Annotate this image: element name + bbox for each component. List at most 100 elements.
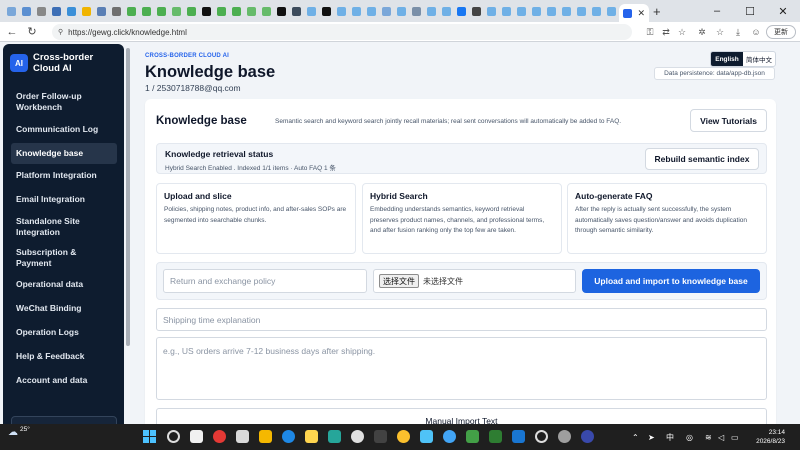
maximize-icon[interactable]: ☐ bbox=[733, 0, 767, 22]
mail-icon[interactable] bbox=[512, 430, 525, 443]
app-icon[interactable] bbox=[236, 430, 249, 443]
sidebar-item-wechat-binding[interactable]: WeChat Binding bbox=[11, 301, 117, 316]
sidebar-item-operation-logs[interactable]: Operation Logs bbox=[11, 325, 117, 340]
sidebar-footer-panel[interactable] bbox=[11, 416, 117, 424]
tab-favicon[interactable] bbox=[292, 6, 301, 16]
tab-favicon[interactable] bbox=[532, 6, 541, 16]
tab-favicon[interactable] bbox=[82, 6, 91, 16]
active-tab[interactable]: ✕ bbox=[619, 4, 649, 22]
tab-favicon[interactable] bbox=[22, 6, 31, 16]
minimize-icon[interactable]: – bbox=[700, 0, 734, 22]
view-tutorials-button[interactable]: View Tutorials bbox=[690, 109, 767, 132]
system-clock[interactable]: 23:14 2026/8/23 bbox=[745, 428, 785, 446]
tab-favicon[interactable] bbox=[427, 6, 436, 16]
app-icon[interactable] bbox=[213, 430, 226, 443]
battery-icon[interactable]: ▭ bbox=[731, 424, 739, 450]
app-icon[interactable] bbox=[443, 430, 456, 443]
tab-favicon[interactable] bbox=[7, 6, 16, 16]
back-icon[interactable]: ← bbox=[2, 22, 22, 42]
tray-app-icon[interactable]: ◎ bbox=[686, 424, 693, 450]
download-icon[interactable]: ⤓ bbox=[730, 24, 746, 40]
tab-favicon[interactable] bbox=[577, 6, 586, 16]
tab-favicon[interactable] bbox=[352, 6, 361, 16]
tab-favicon[interactable] bbox=[67, 6, 76, 16]
upload-import-button[interactable]: Upload and import to knowledge base bbox=[582, 269, 760, 293]
ime-indicator[interactable]: 中 bbox=[666, 424, 674, 450]
tab-favicon[interactable] bbox=[247, 6, 256, 16]
sidebar-item-order-follow-up[interactable]: Order Follow-up Workbench bbox=[11, 90, 117, 114]
favorites-icon[interactable]: ☆ bbox=[712, 24, 728, 40]
tab-favicon[interactable] bbox=[172, 6, 181, 16]
app-icon[interactable] bbox=[328, 430, 341, 443]
tab-favicon[interactable] bbox=[607, 6, 616, 16]
tab-favicon[interactable] bbox=[37, 6, 46, 16]
manual-title-input[interactable] bbox=[156, 308, 767, 331]
upload-title-input[interactable] bbox=[163, 269, 367, 293]
tab-favicon[interactable] bbox=[112, 6, 121, 16]
sidebar-item-email-integration[interactable]: Email Integration bbox=[11, 192, 117, 207]
sidebar-item-platform-integration[interactable]: Platform Integration bbox=[11, 168, 117, 183]
tab-favicon[interactable] bbox=[217, 6, 226, 16]
choose-file-button[interactable]: 选择文件 bbox=[379, 274, 419, 288]
tray-chevron-up-icon[interactable]: ⌃ bbox=[632, 424, 639, 450]
tab-favicon[interactable] bbox=[277, 6, 286, 16]
tab-favicon[interactable] bbox=[457, 6, 466, 16]
tab-favicon[interactable] bbox=[262, 6, 271, 16]
sidebar-item-knowledge-base[interactable]: Knowledge base bbox=[11, 143, 117, 164]
wechat-icon[interactable] bbox=[466, 430, 479, 443]
tab-favicon[interactable] bbox=[187, 6, 196, 16]
tab-close-icon[interactable]: ✕ bbox=[637, 8, 645, 19]
chrome-browser-icon[interactable] bbox=[397, 430, 410, 443]
volume-icon[interactable]: ◁ bbox=[718, 424, 724, 450]
app-icon[interactable] bbox=[305, 430, 318, 443]
tab-favicon[interactable] bbox=[367, 6, 376, 16]
file-explorer-icon[interactable] bbox=[259, 430, 272, 443]
tab-favicon[interactable] bbox=[52, 6, 61, 16]
sidebar-item-communication-log[interactable]: Communication Log bbox=[11, 122, 117, 137]
sidebar-item-account-data[interactable]: Account and data bbox=[11, 373, 117, 388]
tab-favicon[interactable] bbox=[487, 6, 496, 16]
tab-favicon[interactable] bbox=[142, 6, 151, 16]
tab-favicon[interactable] bbox=[547, 6, 556, 16]
tab-favicon[interactable] bbox=[592, 6, 601, 16]
terminal-icon[interactable] bbox=[374, 430, 387, 443]
tab-favicon[interactable] bbox=[337, 6, 346, 16]
lang-english-button[interactable]: English bbox=[711, 52, 743, 66]
sidebar-item-operational-data[interactable]: Operational data bbox=[11, 277, 117, 292]
rebuild-index-button[interactable]: Rebuild semantic index bbox=[645, 148, 759, 170]
tab-favicon[interactable] bbox=[382, 6, 391, 16]
tab-favicon[interactable] bbox=[562, 6, 571, 16]
tab-favicon[interactable] bbox=[202, 6, 211, 16]
wifi-icon[interactable]: ≋ bbox=[705, 424, 712, 450]
translate-icon[interactable]: ⇄ bbox=[658, 24, 674, 40]
update-button[interactable]: 更新 bbox=[766, 25, 796, 39]
sidebar-item-standalone-site[interactable]: Standalone Site Integration bbox=[11, 215, 117, 239]
start-menu-icon[interactable] bbox=[143, 430, 156, 443]
tray-send-icon[interactable]: ➤ bbox=[648, 424, 655, 450]
edge-browser-icon[interactable] bbox=[282, 430, 295, 443]
tab-favicon[interactable] bbox=[322, 6, 331, 16]
tab-favicon[interactable] bbox=[307, 6, 316, 16]
new-tab-button[interactable]: + bbox=[653, 4, 661, 19]
tab-favicon[interactable] bbox=[472, 6, 481, 16]
tab-favicon[interactable] bbox=[442, 6, 451, 16]
lang-chinese-button[interactable]: 简体中文 bbox=[743, 52, 775, 66]
manual-content-textarea[interactable] bbox=[156, 337, 767, 400]
url-field[interactable]: ⚲ https://gewg.click/knowledge.html bbox=[52, 24, 632, 40]
tab-favicon[interactable] bbox=[127, 6, 136, 16]
tab-favicon[interactable] bbox=[397, 6, 406, 16]
sidebar-item-subscription[interactable]: Subscription & Payment bbox=[11, 246, 117, 270]
weather-widget[interactable]: ☁ 25° bbox=[8, 426, 30, 438]
profile-avatar-icon[interactable]: ☺ bbox=[748, 24, 764, 40]
app-icon[interactable] bbox=[489, 430, 502, 443]
search-icon[interactable] bbox=[167, 430, 180, 443]
tab-favicon[interactable] bbox=[232, 6, 241, 16]
bookmark-star-icon[interactable]: ☆ bbox=[674, 24, 690, 40]
tab-favicon[interactable] bbox=[412, 6, 421, 16]
chat-app-icon[interactable] bbox=[351, 430, 364, 443]
tab-favicon[interactable] bbox=[97, 6, 106, 16]
tab-favicon[interactable] bbox=[502, 6, 511, 16]
sidebar-scrollbar-thumb[interactable] bbox=[126, 48, 130, 346]
reload-icon[interactable]: ↻ bbox=[22, 22, 42, 42]
app-icon[interactable] bbox=[535, 430, 548, 443]
